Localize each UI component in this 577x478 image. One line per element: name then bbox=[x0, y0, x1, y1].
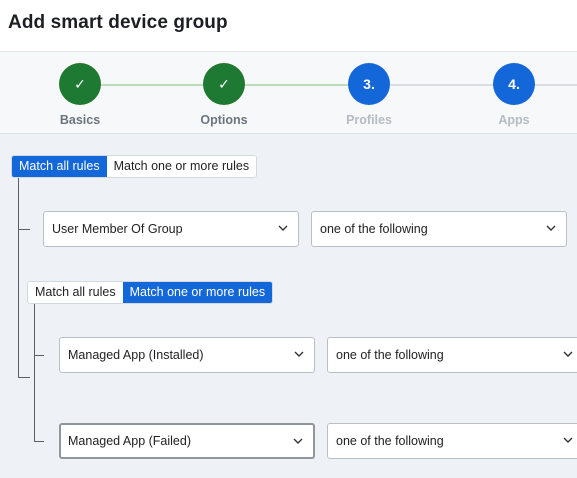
step-number: 3. bbox=[348, 63, 390, 105]
select-value: one of the following bbox=[320, 222, 428, 236]
rules-builder: Match all rules Match one or more rules … bbox=[0, 135, 577, 478]
chevron-down-icon bbox=[546, 225, 556, 231]
tree-connector bbox=[34, 355, 44, 356]
chevron-down-icon bbox=[278, 225, 288, 231]
rule-field-select[interactable]: Managed App (Installed) bbox=[59, 337, 315, 373]
inner-match-toggle: Match all rules Match one or more rules bbox=[27, 281, 274, 304]
select-value: User Member Of Group bbox=[52, 222, 183, 236]
page-title: Add smart device group bbox=[8, 12, 228, 33]
wizard-stepper: ✓ Basics ✓ Options 3. Profiles 4. Apps bbox=[0, 52, 577, 134]
chevron-down-icon bbox=[293, 438, 303, 444]
tree-connector bbox=[34, 303, 35, 441]
chevron-down-icon bbox=[563, 351, 573, 357]
step-label: Options bbox=[200, 113, 248, 127]
select-value: one of the following bbox=[336, 348, 444, 362]
match-any-button[interactable]: Match one or more rules bbox=[106, 156, 257, 177]
match-any-button[interactable]: Match one or more rules bbox=[122, 282, 273, 303]
rule-operator-select[interactable]: one of the following bbox=[327, 337, 577, 373]
select-value: one of the following bbox=[336, 434, 444, 448]
chevron-down-icon bbox=[563, 437, 573, 443]
rule-operator-select[interactable]: one of the following bbox=[311, 211, 567, 247]
match-all-button[interactable]: Match all rules bbox=[12, 156, 107, 177]
rule-operator-select[interactable]: one of the following bbox=[327, 423, 577, 459]
tree-connector bbox=[18, 377, 30, 378]
tree-connector bbox=[34, 441, 44, 442]
check-icon: ✓ bbox=[203, 63, 245, 105]
select-value: Managed App (Installed) bbox=[68, 348, 204, 362]
step-options[interactable]: ✓ Options bbox=[184, 63, 264, 127]
check-icon: ✓ bbox=[59, 63, 101, 105]
select-value: Managed App (Failed) bbox=[68, 434, 191, 448]
tree-connector bbox=[18, 177, 19, 377]
rule-field-select[interactable]: Managed App (Failed) bbox=[59, 423, 315, 459]
tree-connector bbox=[18, 229, 30, 230]
rule-field-select[interactable]: User Member Of Group bbox=[43, 211, 299, 247]
step-profiles[interactable]: 3. Profiles bbox=[329, 63, 409, 127]
step-apps[interactable]: 4. Apps bbox=[474, 63, 554, 127]
outer-match-toggle: Match all rules Match one or more rules bbox=[11, 155, 258, 178]
step-label: Basics bbox=[59, 113, 101, 127]
page-header: Add smart device group bbox=[0, 0, 577, 52]
chevron-down-icon bbox=[294, 351, 304, 357]
match-all-button[interactable]: Match all rules bbox=[28, 282, 123, 303]
step-label: Profiles bbox=[346, 113, 392, 127]
step-label: Apps bbox=[498, 113, 530, 127]
step-number: 4. bbox=[493, 63, 535, 105]
step-basics[interactable]: ✓ Basics bbox=[40, 63, 120, 127]
